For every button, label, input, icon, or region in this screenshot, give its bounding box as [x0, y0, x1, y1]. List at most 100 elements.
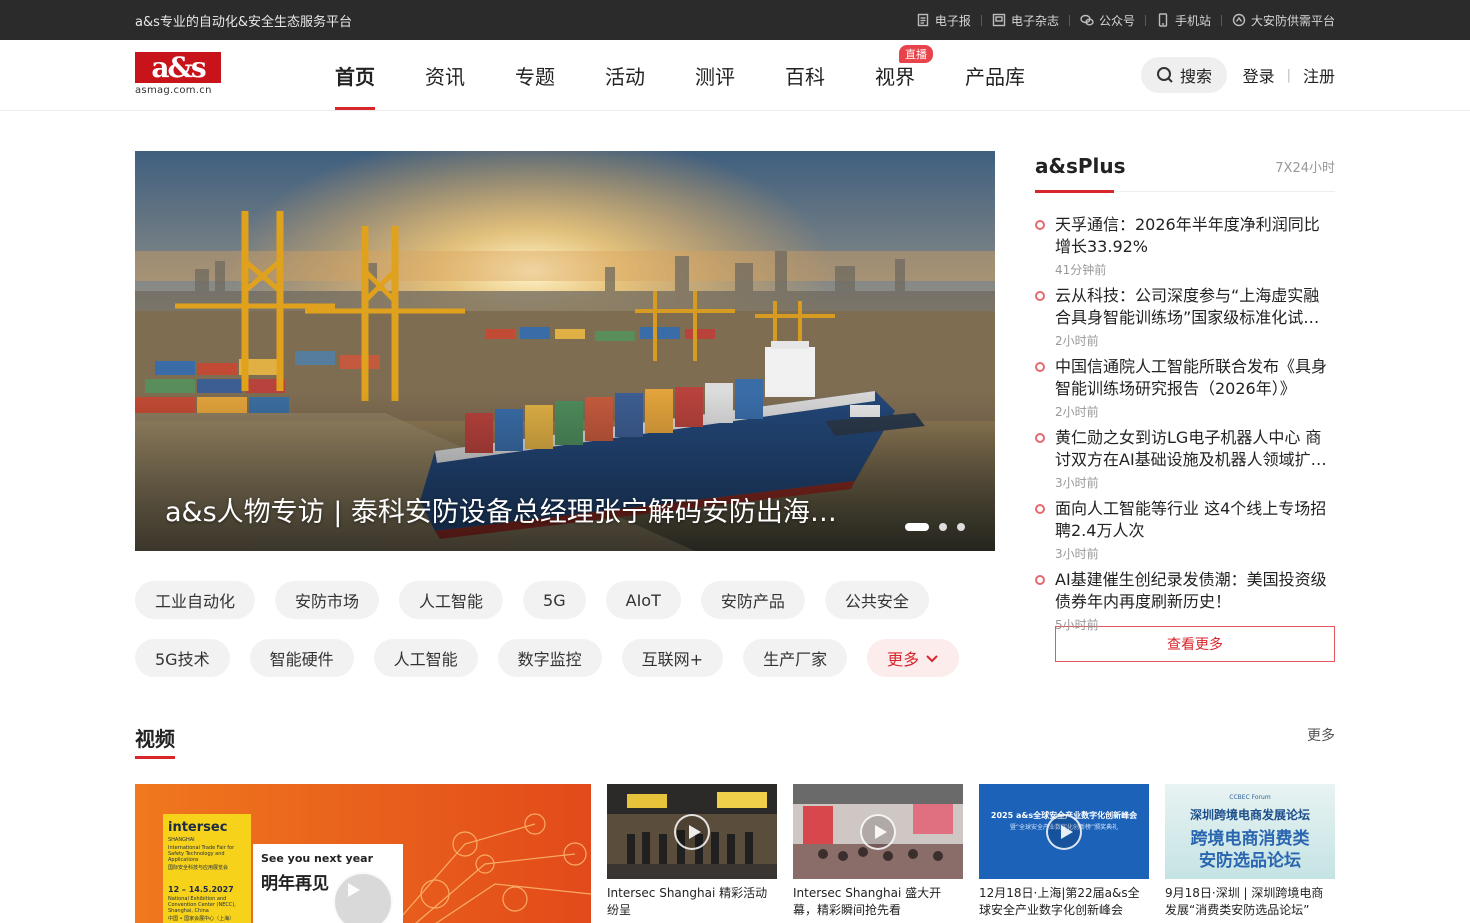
play-icon[interactable] [333, 872, 393, 923]
news-time: 3小时前 [1055, 476, 1099, 490]
bullet-icon [1035, 291, 1045, 301]
news-time: 3小时前 [1055, 547, 1099, 561]
video-card[interactable]: CCBEC Forum 深圳跨境电商发展论坛 跨境电商消费类 安防选品论坛 9月… [1165, 784, 1335, 923]
play-icon[interactable] [674, 813, 710, 850]
hero-caption[interactable]: a&s人物专访 | 泰科安防设备总经理张宁解码安防出海… [165, 490, 865, 529]
play-icon[interactable] [860, 813, 896, 850]
auth-links: 登录 | 注册 [1243, 40, 1335, 110]
nav-home[interactable]: 首页 [335, 40, 375, 110]
top-link-mobile[interactable]: 手机站 [1156, 12, 1211, 29]
news-title[interactable]: 面向人工智能等行业 这4个线上专场招聘2.4万人次 [1055, 498, 1335, 542]
video-thumbnail [607, 784, 777, 879]
tag-item[interactable]: 人工智能 [399, 581, 504, 619]
tag-item[interactable]: 互联网+ [621, 639, 724, 677]
video-caption[interactable]: 12月18日·上海|第22届a&s全球安全产业数字化创新峰会 [979, 885, 1149, 919]
bullet-icon [1035, 504, 1045, 514]
tag-item[interactable]: 工业自动化 [135, 581, 256, 619]
search-button[interactable]: 搜索 [1141, 57, 1227, 93]
carousel-dots [905, 523, 965, 531]
news-item[interactable]: 云从科技：公司深度参与“上海虚实融合具身智能训练场”国家级标准化试点… 2小时前 [1035, 285, 1335, 356]
site-logo[interactable]: a&s asmag.com.cn [135, 52, 221, 98]
video-thumbnail [793, 784, 963, 879]
login-link[interactable]: 登录 [1243, 63, 1275, 87]
magazine-icon [992, 13, 1006, 27]
video-card[interactable]: Intersec Shanghai 精彩活动纷呈 [607, 784, 777, 923]
tag-item[interactable]: AIoT [605, 581, 681, 619]
tag-item[interactable]: 安防产品 [700, 581, 805, 619]
plus-header: a&sPlus 7X24小时 [1035, 151, 1335, 193]
play-icon[interactable] [1046, 813, 1082, 850]
register-link[interactable]: 注册 [1303, 63, 1335, 87]
newspaper-icon [917, 13, 929, 27]
nav-products[interactable]: 产品库 [965, 40, 1025, 110]
intersec-logo-card: intersec SHANGHAI International Trade Fa… [163, 814, 251, 923]
bullet-icon [1035, 362, 1045, 372]
news-item[interactable]: 黄仁勋之女到访LG电子机器人中心 商讨双方在AI基础设施及机器人领域扩… 3小时… [1035, 427, 1335, 498]
nav-news[interactable]: 资讯 [425, 40, 465, 110]
news-item[interactable]: 面向人工智能等行业 这4个线上专场招聘2.4万人次 3小时前 [1035, 498, 1335, 569]
nav-topics[interactable]: 专题 [515, 40, 555, 110]
hero-carousel[interactable]: a&s人物专访 | 泰科安防设备总经理张宁解码安防出海… [135, 151, 995, 551]
news-title[interactable]: 天孚通信：2026年半年度净利润同比增长33.92% [1055, 214, 1335, 258]
top-link-emagazine[interactable]: 电子杂志 [992, 12, 1059, 29]
news-item[interactable]: 中国信通院人工智能所联合发布《具身智能训练场研究报告（2026年）》 2小时前 [1035, 356, 1335, 427]
tag-item[interactable]: 数字监控 [497, 639, 602, 677]
divider [980, 14, 982, 26]
tag-item[interactable]: 安防市场 [275, 581, 380, 619]
nav-wiki[interactable]: 百科 [785, 40, 825, 110]
news-item[interactable]: 天孚通信：2026年半年度净利润同比增长33.92% 41分钟前 [1035, 214, 1335, 285]
news-title[interactable]: 云从科技：公司深度参与“上海虚实融合具身智能训练场”国家级标准化试点… [1055, 285, 1335, 329]
top-link-wechat[interactable]: 公众号 [1080, 12, 1135, 29]
carousel-dot-1[interactable] [905, 523, 929, 531]
nav-events[interactable]: 活动 [605, 40, 645, 110]
live-badge: 直播 [899, 45, 933, 63]
news-title[interactable]: 黄仁勋之女到访LG电子机器人中心 商讨双方在AI基础设施及机器人领域扩… [1055, 427, 1335, 471]
featured-video[interactable]: intersec SHANGHAI International Trade Fa… [135, 784, 591, 923]
search-label: 搜索 [1179, 67, 1212, 86]
top-link-epaper[interactable]: 电子报 [916, 12, 971, 29]
platform-icon [1232, 13, 1246, 27]
video-caption[interactable]: Intersec Shanghai 精彩活动纷呈 [607, 885, 777, 919]
tag-cloud: 工业自动化 安防市场 人工智能 5G AIoT 安防产品 公共安全 5G技术 智… [135, 581, 995, 677]
tag-row-1: 工业自动化 安防市场 人工智能 5G AIoT 安防产品 公共安全 [135, 581, 995, 619]
tag-item[interactable]: 5G技术 [135, 639, 230, 677]
video-more-link[interactable]: 更多 [1307, 719, 1335, 745]
plus-subtitle: 7X24小时 [1275, 161, 1335, 176]
news-item[interactable]: AI基建催生创纪录发债潮：美国投资级债券年内再度刷新历史！ 5小时前 [1035, 569, 1335, 640]
news-time: 41分钟前 [1055, 263, 1107, 277]
plus-title: a&sPlus [1035, 151, 1126, 193]
carousel-dot-3[interactable] [957, 523, 965, 531]
main-nav: 首页 资讯 专题 活动 测评 百科 视界 直播 产品库 [335, 40, 1075, 110]
tag-row-2: 5G技术 智能硬件 人工智能 数字监控 互联网+ 生产厂家 更多 [135, 639, 995, 677]
bullet-icon [1035, 220, 1045, 230]
plus-sidebar: a&sPlus 7X24小时 天孚通信：2026年半年度净利润同比增长33.92… [1035, 151, 1335, 697]
nav-vision[interactable]: 视界 直播 [875, 40, 933, 110]
tag-item[interactable]: 人工智能 [373, 639, 478, 677]
tag-item[interactable]: 智能硬件 [249, 639, 354, 677]
carousel-dot-2[interactable] [939, 523, 947, 531]
tags-more-button[interactable]: 更多 [867, 639, 960, 677]
nav-reviews[interactable]: 测评 [695, 40, 735, 110]
tags-more-label: 更多 [887, 650, 920, 669]
news-title[interactable]: AI基建催生创纪录发债潮：美国投资级债券年内再度刷新历史！ [1055, 569, 1335, 613]
video-card[interactable]: 2025 a&s全球安全产业数字化创新峰会 暨“全球安全产业数字化创新榜”颁奖典… [979, 784, 1149, 923]
divider [1220, 14, 1222, 26]
top-bar: a&s专业的自动化&安全生态服务平台 电子报 电子杂志 公众号 手机站 大安防供… [0, 0, 1470, 40]
news-list: 天孚通信：2026年半年度净利润同比增长33.92% 41分钟前 云从科技：公司… [1035, 214, 1335, 640]
intersec-dates: 12 – 14.5.2027 [168, 885, 234, 894]
tag-item[interactable]: 生产厂家 [743, 639, 848, 677]
video-card[interactable]: Intersec Shanghai 盛大开幕，精彩瞬间抢先看 [793, 784, 963, 923]
top-links: 电子报 电子杂志 公众号 手机站 大安防供需平台 [916, 12, 1335, 29]
video-thumbnail: CCBEC Forum 深圳跨境电商发展论坛 跨境电商消费类 安防选品论坛 [1165, 784, 1335, 879]
video-caption[interactable]: Intersec Shanghai 盛大开幕，精彩瞬间抢先看 [793, 885, 963, 919]
top-link-platform[interactable]: 大安防供需平台 [1232, 12, 1335, 29]
site-slogan: a&s专业的自动化&安全生态服务平台 [135, 14, 353, 30]
news-title[interactable]: 中国信通院人工智能所联合发布《具身智能训练场研究报告（2026年）》 [1055, 356, 1335, 400]
wechat-icon [1080, 14, 1094, 26]
video-section-header: 视频 更多 [135, 719, 1335, 759]
tag-item[interactable]: 公共安全 [824, 581, 929, 619]
video-section-title: 视频 [135, 719, 175, 759]
tag-item[interactable]: 5G [523, 581, 586, 619]
video-caption[interactable]: 9月18日·深圳 | 深圳跨境电商发展“消费类安防选品论坛” [1165, 885, 1335, 919]
video-list: intersec SHANGHAI International Trade Fa… [135, 784, 1335, 923]
